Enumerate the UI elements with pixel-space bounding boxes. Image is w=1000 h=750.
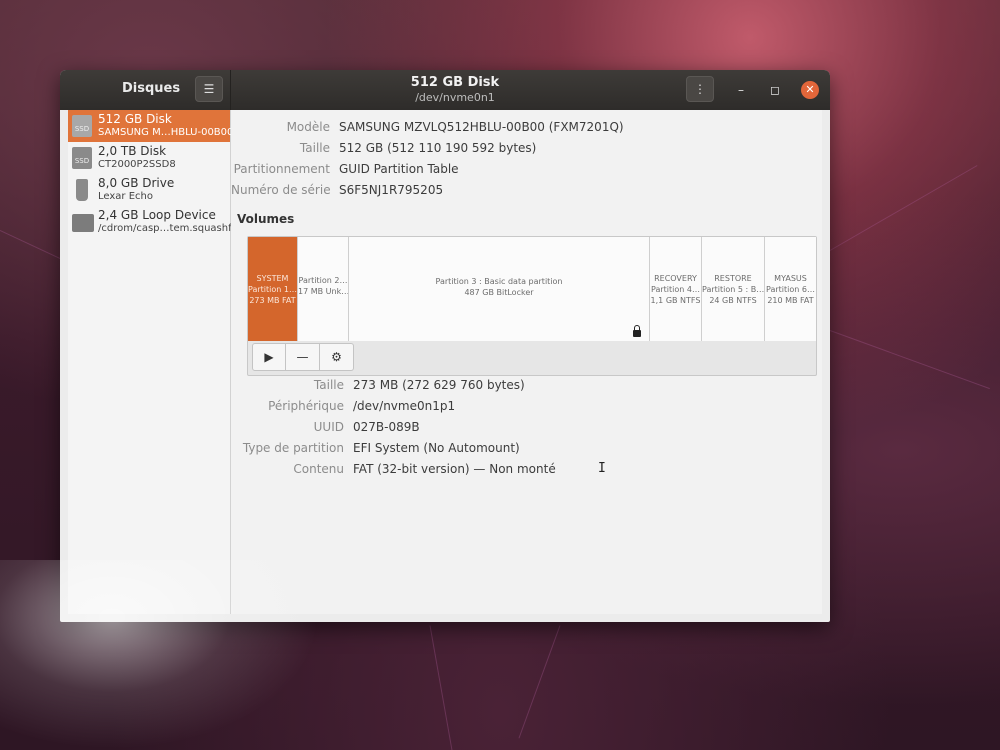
sidebar-item-512gb-disk[interactable]: SSD 512 GB Disk SAMSUNG M…HBLU-00B00 <box>68 110 234 142</box>
partition-number: Partition 2… <box>298 276 348 285</box>
partition-block-3[interactable]: Partition 3 : Basic data partition 487 G… <box>349 237 650 341</box>
disk-item-model: /cdrom/casp…tem.squashfs <box>98 223 237 234</box>
window-title: 512 GB Disk /dev/nvme0n1 <box>230 75 680 104</box>
sidebar-item-8gb-drive[interactable]: 8,0 GB Drive Lexar Echo <box>68 174 230 206</box>
sidebar-title: Disques <box>122 81 181 96</box>
volume-toolbar: ▶ — ⚙ <box>252 343 354 371</box>
prop-value: S6F5NJ1R795205 <box>339 183 444 197</box>
close-button[interactable]: ✕ <box>801 81 819 99</box>
disk-menu-button[interactable]: ⋮ <box>686 76 714 102</box>
disk-item-name: 512 GB Disk <box>98 112 172 126</box>
wallpaper-line <box>829 165 978 251</box>
disk-item-model: SAMSUNG M…HBLU-00B00 <box>98 127 234 138</box>
partition-size: 17 MB Unk… <box>298 287 349 296</box>
text-cursor-icon: I <box>598 461 606 476</box>
partition-label: SYSTEM <box>256 274 289 283</box>
header-bar: Disques ☰ 512 GB Disk /dev/nvme0n1 ⋮ – ◻… <box>60 70 830 110</box>
minus-icon: — <box>296 350 309 364</box>
disk-item-model: Lexar Echo <box>98 191 153 202</box>
wallpaper-line <box>829 330 990 390</box>
partition-size: 210 MB FAT <box>767 296 814 305</box>
vertical-dots-icon: ⋮ <box>694 82 706 96</box>
prop-label: Périphérique <box>268 399 344 413</box>
partition-options-button[interactable]: ⚙ <box>320 343 354 371</box>
prop-label: Taille <box>313 378 344 392</box>
disk-details-pane: Modèle SAMSUNG MZVLQ512HBLU-00B00 (FXM72… <box>231 110 822 614</box>
partition-block-5[interactable]: RESTORE Partition 5 : B… 24 GB NTFS <box>702 237 765 341</box>
prop-value: EFI System (No Automount) <box>353 441 520 455</box>
lock-icon <box>633 325 641 337</box>
prop-label: Type de partition <box>242 441 344 455</box>
prop-value: GUID Partition Table <box>339 162 459 176</box>
prop-label: UUID <box>313 420 344 434</box>
prop-value: /dev/nvme0n1p1 <box>353 399 456 413</box>
prop-label: Numéro de série <box>231 183 331 197</box>
ssd-icon: SSD <box>72 147 92 169</box>
usb-drive-icon <box>76 179 88 201</box>
prop-value: 273 MB (272 629 760 bytes) <box>353 378 525 392</box>
partition-number: Partition 6… <box>766 285 815 294</box>
hamburger-icon: ☰ <box>203 82 215 96</box>
disk-title: 512 GB Disk <box>410 75 500 90</box>
partition-number: Partition 1… <box>248 285 297 294</box>
maximize-icon: ◻ <box>770 83 780 97</box>
prop-value: 027B-089B <box>353 420 420 434</box>
gears-icon: ⚙ <box>331 350 342 364</box>
partition-size: 1,1 GB NTFS <box>650 296 701 305</box>
disk-item-name: 2,4 GB Loop Device <box>98 208 216 222</box>
partition-block-6[interactable]: MYASUS Partition 6… 210 MB FAT <box>765 237 816 341</box>
delete-partition-button[interactable]: — <box>286 343 320 371</box>
minimize-icon: – <box>738 83 744 97</box>
play-icon: ▶ <box>264 350 274 364</box>
prop-value: SAMSUNG MZVLQ512HBLU-00B00 (FXM7201Q) <box>339 120 624 134</box>
close-icon: ✕ <box>805 83 815 96</box>
wallpaper-line <box>0 230 64 261</box>
disk-list-sidebar: SSD 512 GB Disk SAMSUNG M…HBLU-00B00 SSD… <box>68 110 237 614</box>
partition-label: RESTORE <box>714 274 752 283</box>
sidebar-item-2tb-disk[interactable]: SSD 2,0 TB Disk CT2000P2SSD8 <box>68 142 230 174</box>
prop-value: 512 GB (512 110 190 592 bytes) <box>339 141 537 155</box>
partition-number: Partition 3 : Basic data partition <box>435 277 563 286</box>
partition-size: 487 GB BitLocker <box>464 288 534 297</box>
mount-button[interactable]: ▶ <box>252 343 286 371</box>
partition-number: Partition 4… <box>651 285 700 294</box>
hamburger-menu-button[interactable]: ☰ <box>195 76 223 102</box>
maximize-button[interactable]: ◻ <box>766 81 784 99</box>
partition-label: RECOVERY <box>654 274 697 283</box>
disk-item-name: 2,0 TB Disk <box>98 144 167 158</box>
disks-window: Disques ☰ 512 GB Disk /dev/nvme0n1 ⋮ – ◻… <box>60 70 830 622</box>
disk-subtitle: /dev/nvme0n1 <box>415 91 495 104</box>
partition-block-2[interactable]: Partition 2… 17 MB Unk… <box>298 237 349 341</box>
partition-block-4[interactable]: RECOVERY Partition 4… 1,1 GB NTFS <box>650 237 702 341</box>
wallpaper-line <box>429 625 454 750</box>
prop-label: Modèle <box>286 120 330 134</box>
disk-item-model: CT2000P2SSD8 <box>98 159 176 170</box>
prop-label: Taille <box>299 141 330 155</box>
sidebar-item-loop-device[interactable]: 2,4 GB Loop Device /cdrom/casp…tem.squas… <box>68 206 237 238</box>
partition-size: 24 GB NTFS <box>709 296 757 305</box>
volumes-graphic: SYSTEM Partition 1… 273 MB FAT Partition… <box>247 236 817 376</box>
partition-label: MYASUS <box>774 274 807 283</box>
loop-device-icon <box>72 214 94 232</box>
volumes-heading: Volumes <box>237 212 295 226</box>
partition-number: Partition 5 : B… <box>702 285 765 294</box>
ssd-icon: SSD <box>72 115 92 137</box>
wallpaper-line <box>518 625 561 739</box>
minimize-button[interactable]: – <box>732 81 750 99</box>
partition-size: 273 MB FAT <box>249 296 296 305</box>
prop-label: Partitionnement <box>233 162 330 176</box>
partition-block-1[interactable]: SYSTEM Partition 1… 273 MB FAT <box>248 237 298 341</box>
prop-label: Contenu <box>293 462 344 476</box>
partition-map: SYSTEM Partition 1… 273 MB FAT Partition… <box>248 237 816 341</box>
disk-item-name: 8,0 GB Drive <box>98 176 175 190</box>
prop-value: FAT (32-bit version) — Non monté <box>353 462 556 476</box>
